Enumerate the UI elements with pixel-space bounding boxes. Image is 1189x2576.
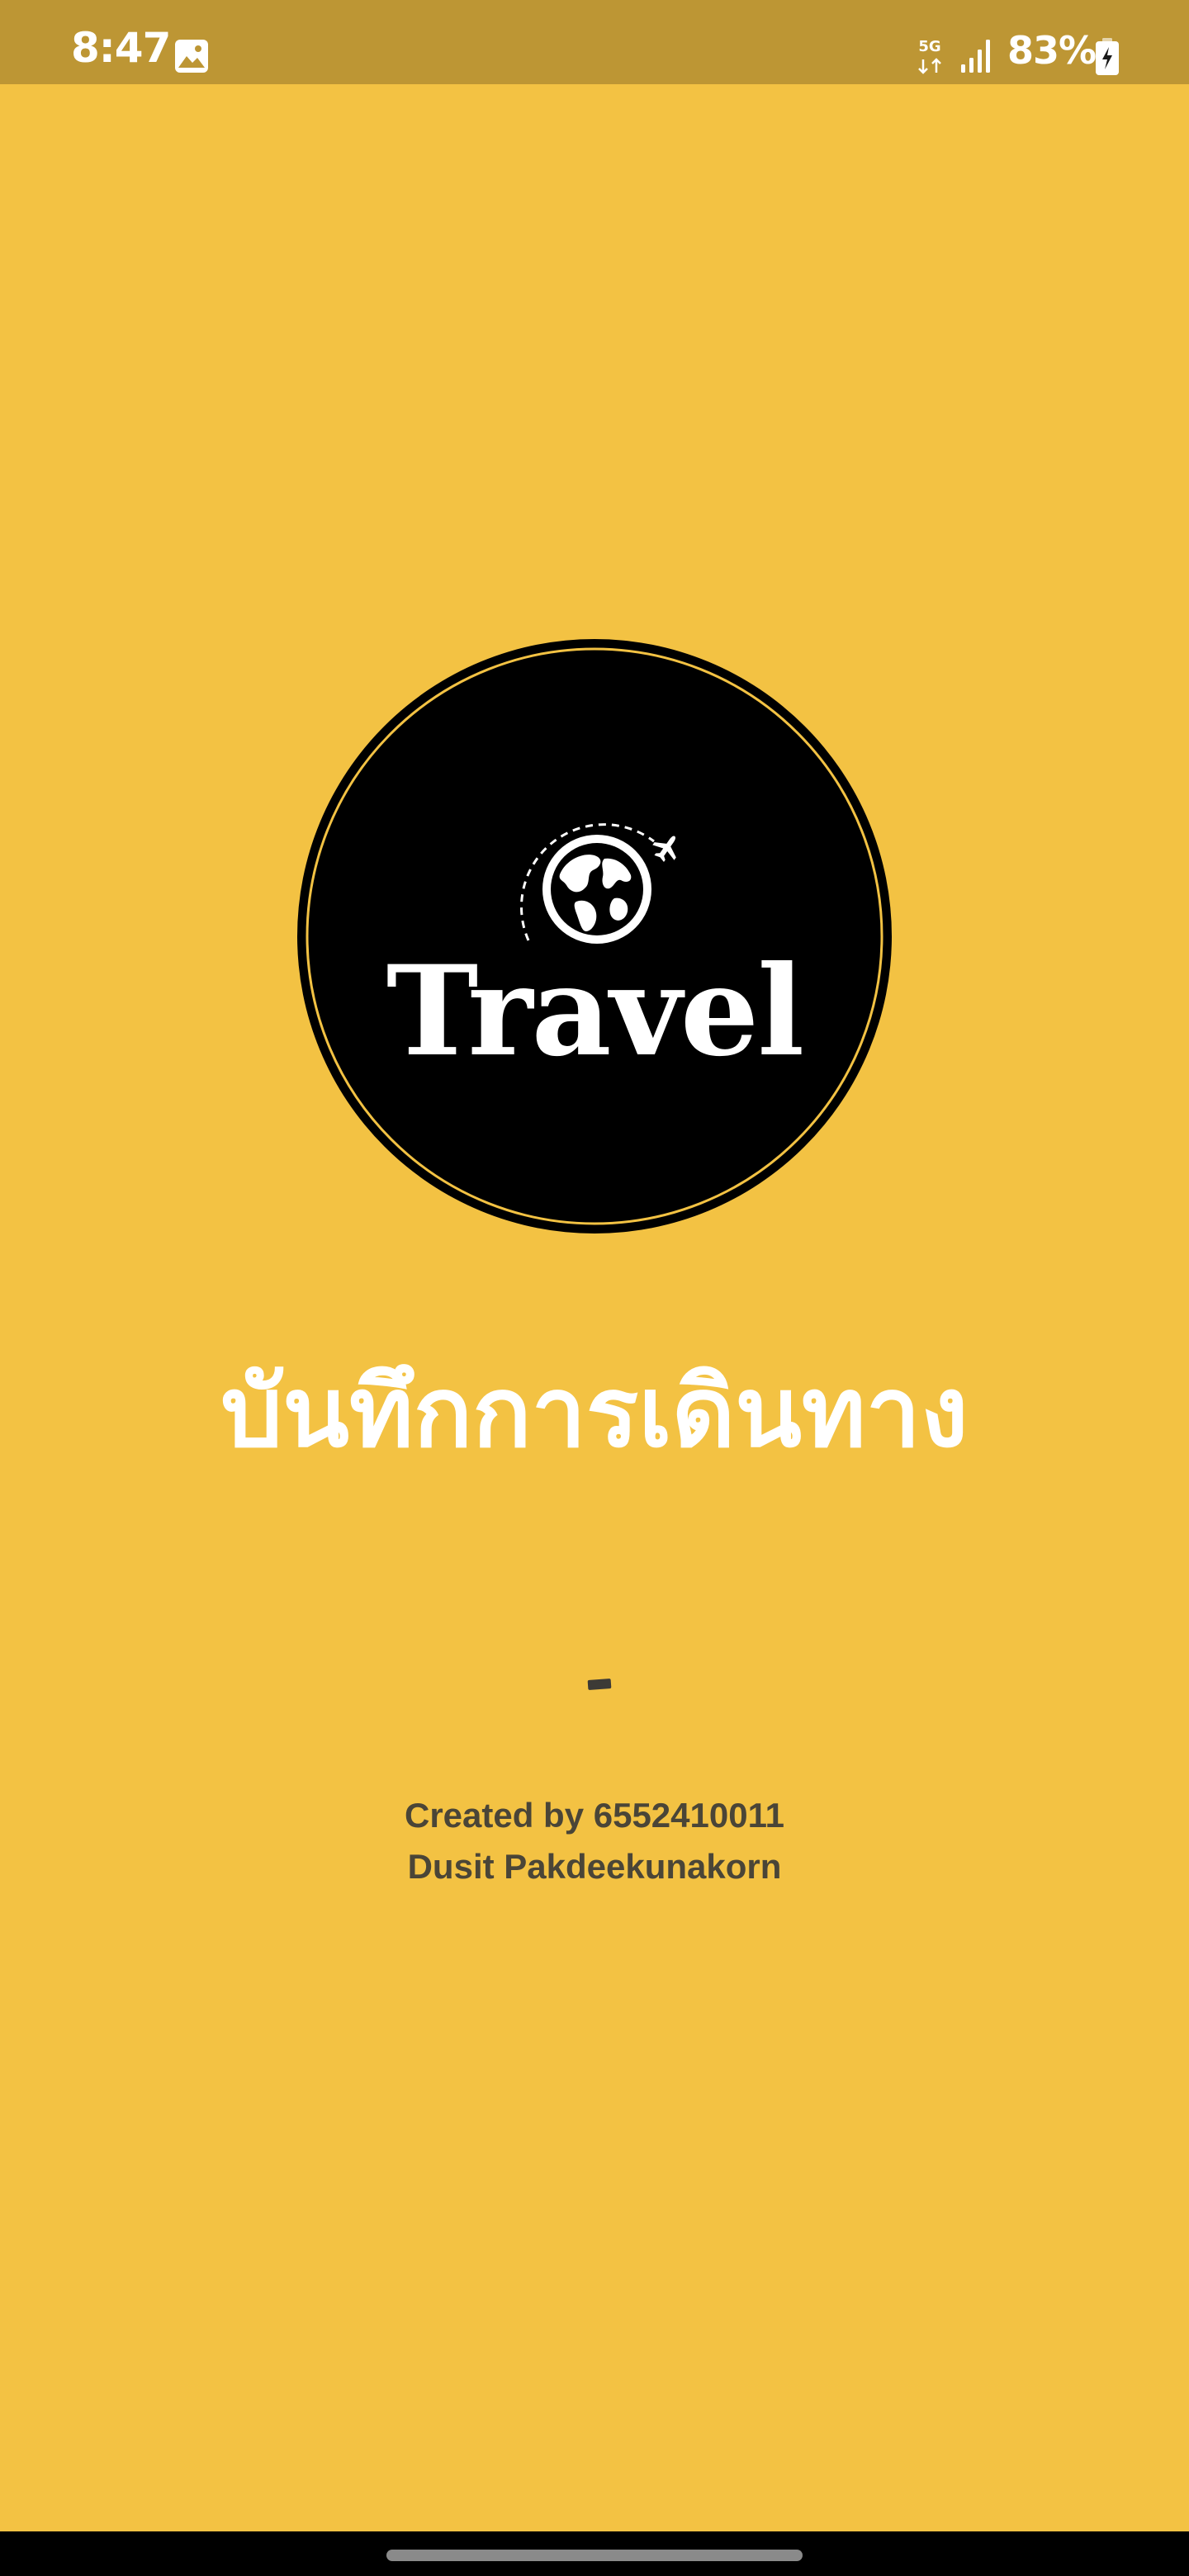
globe-icon — [542, 835, 651, 944]
loading-indicator — [587, 1679, 612, 1690]
gallery-icon — [175, 40, 208, 73]
app-title: บันทึกการเดินทาง — [220, 1355, 969, 1469]
battery-percent: 83% — [1007, 28, 1097, 73]
status-time: 8:47 — [71, 24, 171, 72]
travel-logo — [297, 639, 892, 1234]
battery-charging-icon — [1096, 38, 1119, 75]
credits-line-id: Created by 6552410011 — [404, 1796, 784, 1835]
home-gesture-handle[interactable] — [386, 2550, 803, 2561]
credits-line-name: Dusit Pakdeekunakorn — [407, 1847, 782, 1886]
network-5g-icon: 5G — [918, 38, 941, 74]
logo-wordmark: Travel — [386, 939, 805, 1084]
signal-icon — [961, 40, 990, 73]
credits: Created by 6552410011 Dusit Pakdeekunako… — [0, 1790, 1189, 1892]
network-label: 5G — [918, 38, 940, 55]
